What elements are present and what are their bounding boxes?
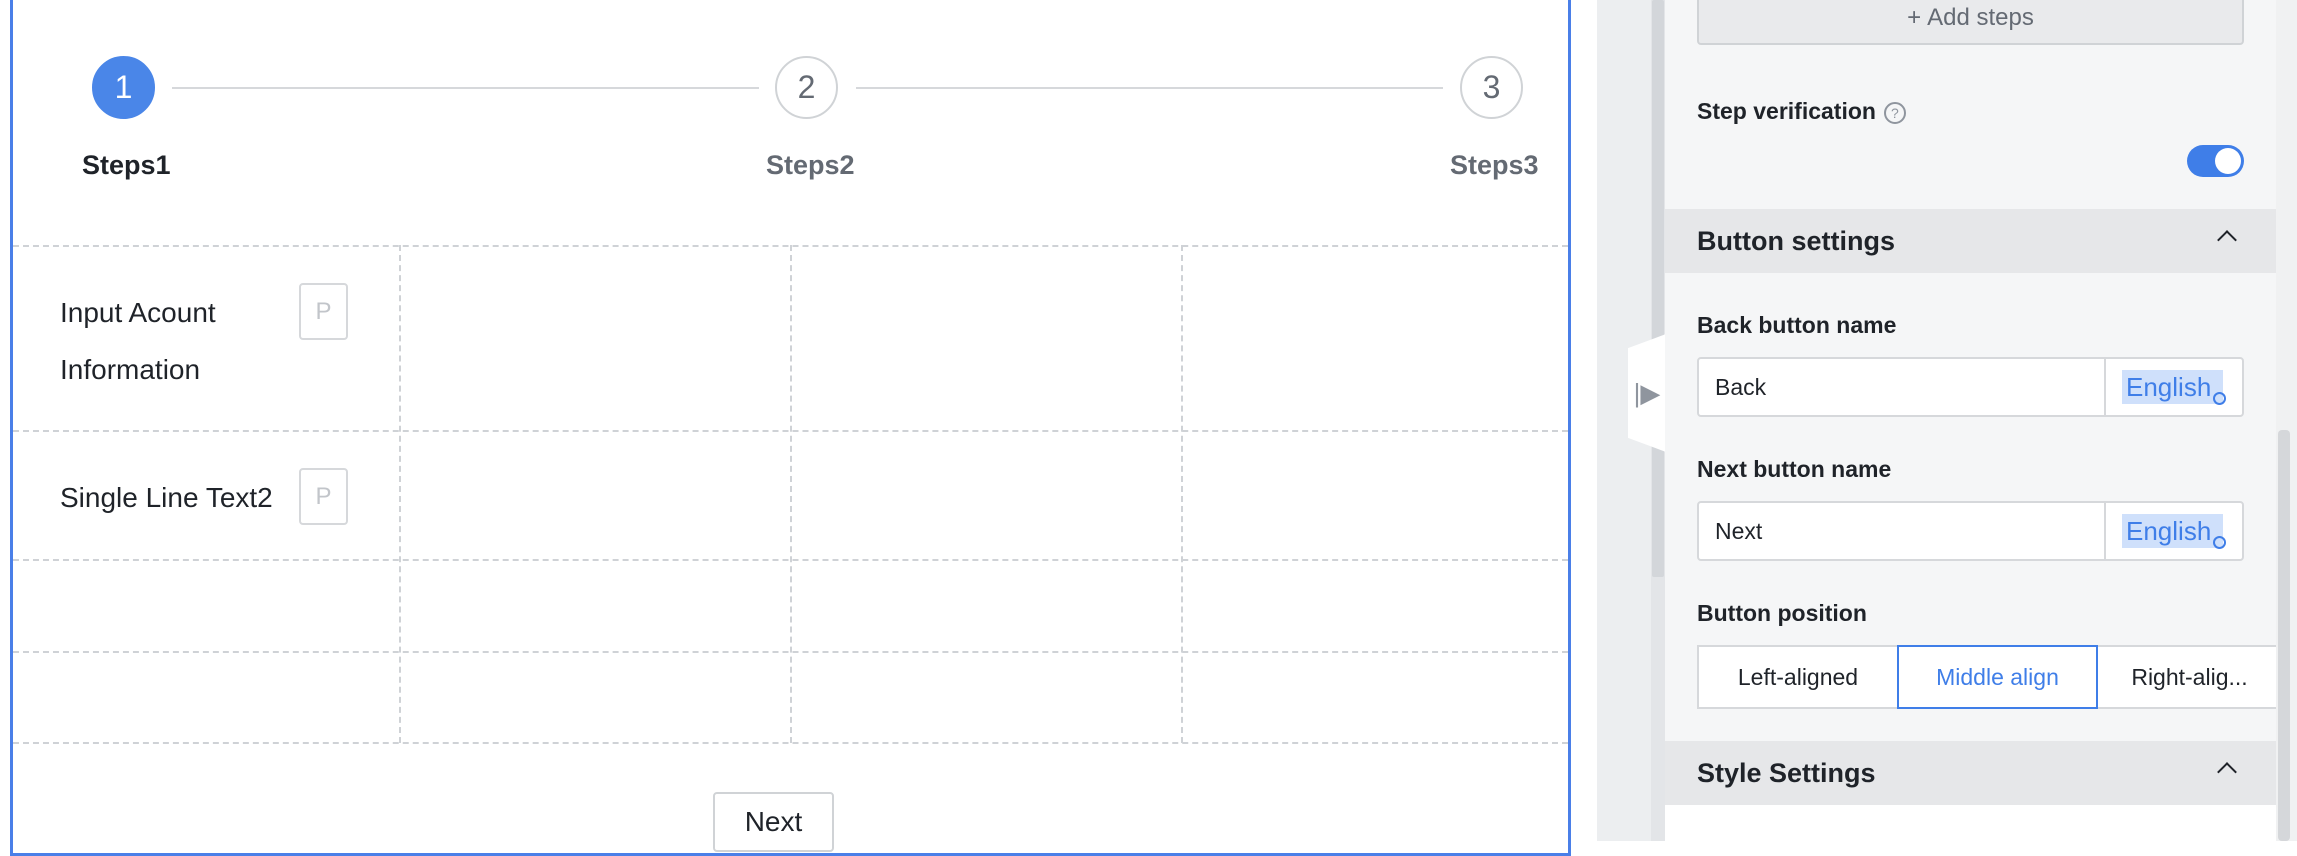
single-line-text-input[interactable]: P	[299, 468, 348, 525]
field-label-line: Information	[60, 354, 201, 385]
style-settings-header[interactable]: Style Settings	[1665, 741, 2276, 805]
step-verification-toggle[interactable]	[2187, 145, 2244, 177]
step-1-indicator[interactable]: 1	[92, 56, 155, 119]
position-left-aligned[interactable]: Left-aligned	[1697, 645, 1899, 709]
language-selector[interactable]: English	[2104, 503, 2242, 559]
language-chip: English	[2122, 514, 2223, 548]
toggle-knob	[2215, 148, 2241, 174]
step-connector-1	[172, 87, 759, 89]
step-3-label[interactable]: Steps3	[1450, 150, 1539, 181]
button-settings-header[interactable]: Button settings	[1665, 209, 2276, 273]
section-title: Style Settings	[1697, 758, 1876, 788]
step-2-label[interactable]: Steps2	[766, 150, 855, 181]
next-button-name-input[interactable]: Next English	[1697, 501, 2244, 561]
field-label-single-line-text: Single Line Text2	[60, 482, 273, 513]
globe-icon	[2213, 536, 2226, 549]
language-selector[interactable]: English	[2104, 359, 2242, 415]
properties-panel	[1665, 0, 2276, 841]
form-canvas: 1 Steps1 2 Steps2 3 Steps3 Input Acount …	[0, 0, 1597, 856]
help-icon[interactable]: ?	[1883, 101, 1906, 124]
field-label-account-info: Input Acount Information	[60, 284, 216, 398]
position-middle-align[interactable]: Middle align	[1897, 645, 2098, 709]
account-info-input[interactable]: P	[299, 283, 348, 340]
collapse-arrow-icon: |▶	[1633, 377, 1661, 408]
collapse-panel-button[interactable]: |▶	[1628, 334, 1666, 452]
grid-line	[790, 245, 792, 743]
grid-line	[399, 245, 401, 743]
input-value: Back	[1715, 374, 1767, 400]
button-position-label: Button position	[1697, 600, 1867, 626]
add-steps-button[interactable]: + Add steps	[1697, 0, 2244, 45]
back-button-name-input[interactable]: Back English	[1697, 357, 2244, 417]
field-label-line: Input Acount	[60, 297, 216, 328]
step-connector-2	[856, 87, 1443, 89]
language-chip: English	[2122, 370, 2223, 404]
step-1-label[interactable]: Steps1	[82, 150, 171, 181]
section-title: Button settings	[1697, 226, 1895, 256]
plus-icon: +	[1907, 3, 1922, 31]
globe-icon	[2213, 392, 2226, 405]
back-button-name-label: Back button name	[1697, 312, 1897, 338]
step-2-indicator[interactable]: 2	[775, 56, 838, 119]
step-3-indicator[interactable]: 3	[1460, 56, 1523, 119]
style-settings-body	[1665, 805, 2276, 841]
input-value: Next	[1715, 518, 1763, 544]
next-button[interactable]: Next	[713, 792, 834, 852]
position-right-aligned[interactable]: Right-alig...	[2096, 645, 2281, 709]
step-verification-text: Step verification	[1697, 98, 1876, 124]
grid-line	[1181, 245, 1183, 743]
panel-scrollbar-thumb[interactable]	[2278, 430, 2290, 841]
add-steps-label: Add steps	[1927, 3, 2034, 31]
step-verification-label: Step verification?	[1697, 98, 1906, 125]
chevron-up-icon	[2217, 230, 2237, 250]
next-button-name-label: Next button name	[1697, 456, 1892, 482]
canvas-scrollbar-thumb[interactable]	[1652, 0, 1664, 577]
chevron-up-icon	[2217, 762, 2237, 782]
